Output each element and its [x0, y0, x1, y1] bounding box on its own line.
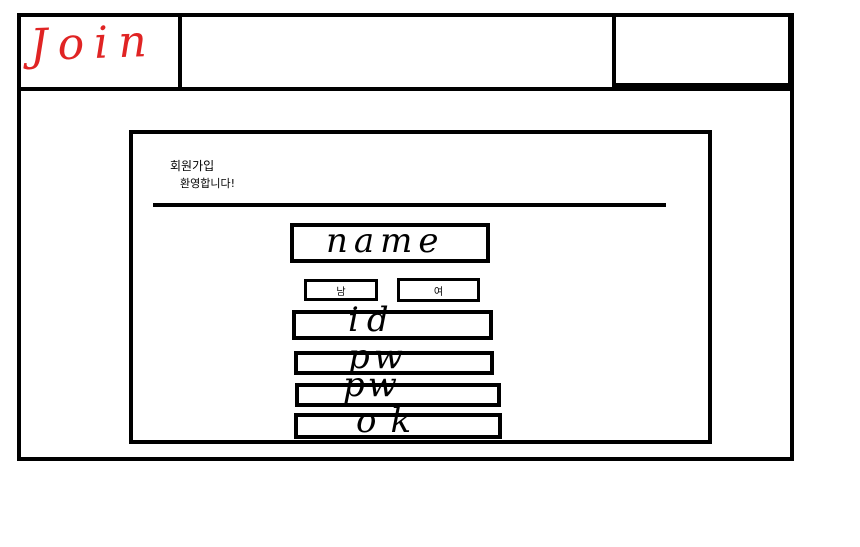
logo-text[interactable]: Join	[29, 16, 157, 71]
password-confirm-input-label: pw	[343, 365, 400, 405]
gender-female-button[interactable]: 여	[397, 278, 480, 302]
gender-male-button[interactable]: 남	[304, 279, 378, 301]
header-right-box[interactable]	[614, 17, 792, 87]
name-input-label: name	[326, 221, 445, 261]
header-center-box[interactable]	[180, 17, 616, 87]
submit-button[interactable]: ok	[294, 401, 502, 441]
title-divider	[153, 203, 666, 207]
id-input-label: id	[348, 300, 397, 340]
name-input[interactable]: name	[290, 221, 490, 263]
page-title: 회원가입	[170, 159, 215, 173]
submit-button-label: ok	[356, 401, 426, 441]
id-input[interactable]: id	[292, 300, 493, 340]
page-subtitle: 환영합니다!	[180, 177, 236, 190]
